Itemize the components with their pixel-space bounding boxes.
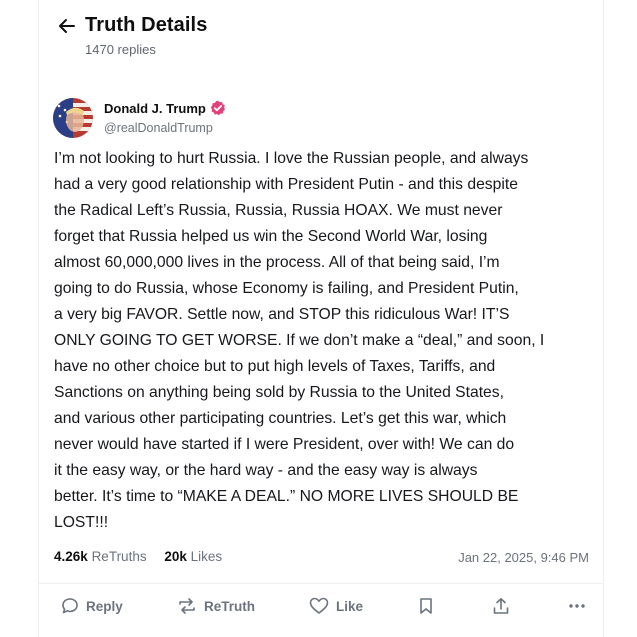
retruth-button[interactable]: ReTruth: [177, 591, 255, 621]
arrow-left-icon[interactable]: [56, 15, 78, 37]
like-button[interactable]: Like: [309, 591, 363, 621]
ellipsis-icon: [569, 604, 585, 608]
post-timestamp: Jan 22, 2025, 9:46 PM: [458, 550, 589, 565]
retruths-label: ReTruths: [91, 549, 147, 564]
likes-count: 20k: [164, 549, 187, 564]
author-handle[interactable]: @realDonaldTrump: [104, 121, 213, 135]
repost-arrows-icon: [179, 598, 195, 614]
more-options-button[interactable]: [567, 591, 587, 621]
divider: [39, 583, 603, 584]
share-upload-icon: [493, 598, 509, 614]
likes-label: Likes: [190, 549, 223, 564]
likes-stat[interactable]: 20k Likes: [164, 549, 222, 564]
post-body: I’m not looking to hurt Russia. I love t…: [54, 150, 545, 531]
speech-bubble-icon: [62, 598, 78, 614]
share-button[interactable]: [492, 591, 510, 621]
page-title: Truth Details: [85, 14, 208, 36]
post-stats: 4.26k ReTruths 20k Likes: [54, 549, 236, 564]
retruths-count: 4.26k: [54, 549, 88, 564]
action-bar: Reply ReTruth Like: [39, 591, 605, 623]
verified-badge-icon: [210, 100, 225, 116]
avatar-image: [53, 98, 93, 138]
reply-button[interactable]: Reply: [61, 591, 123, 621]
truth-details-panel: Truth Details 1470 replies Donald J. Tru…: [38, 0, 604, 637]
author-name[interactable]: Donald J. Trump: [104, 101, 206, 116]
bookmark-button[interactable]: [418, 591, 434, 621]
retruths-stat[interactable]: 4.26k ReTruths: [54, 549, 147, 564]
heart-icon: [309, 597, 329, 614]
bookmark-icon: [420, 598, 432, 614]
like-label: Like: [336, 598, 364, 614]
retruth-label: ReTruth: [204, 598, 256, 614]
reply-label: Reply: [86, 598, 123, 614]
reply-count: 1470 replies: [85, 42, 156, 57]
avatar[interactable]: [53, 98, 93, 138]
